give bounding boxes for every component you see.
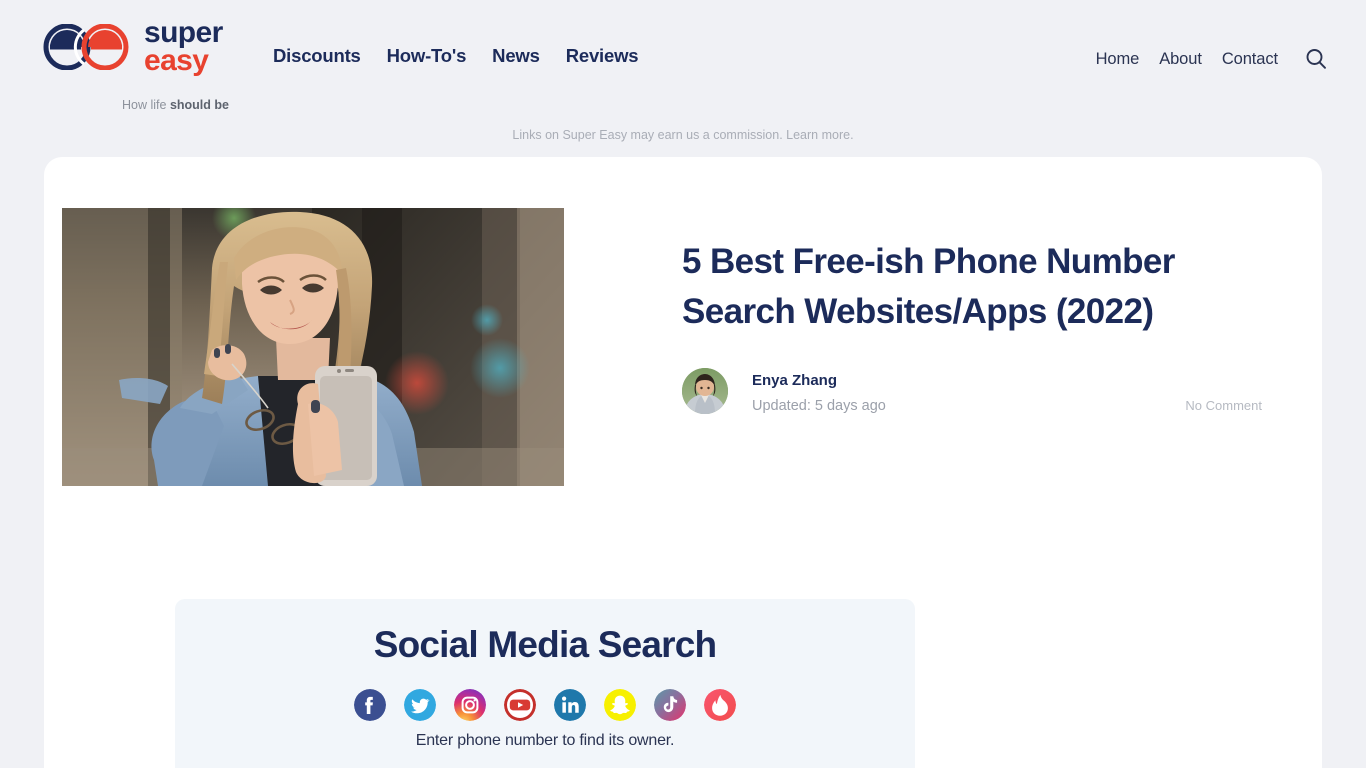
facebook-icon[interactable] xyxy=(354,689,386,721)
article-byline: Enya Zhang Updated: 5 days ago No Commen… xyxy=(682,368,1272,418)
nav-item-home[interactable]: Home xyxy=(1096,50,1140,69)
author-name[interactable]: Enya Zhang xyxy=(752,372,837,389)
instagram-icon[interactable] xyxy=(454,689,486,721)
affiliate-disclaimer[interactable]: Links on Super Easy may earn us a commis… xyxy=(0,128,1366,142)
avatar[interactable] xyxy=(682,368,728,414)
site-header: super easy How life should be Discounts … xyxy=(0,0,1366,112)
nav-item-reviews[interactable]: Reviews xyxy=(566,45,639,67)
nav-item-discounts[interactable]: Discounts xyxy=(273,45,361,67)
social-icon-row xyxy=(175,689,915,721)
social-media-search-box: Social Media Search Enter phone number t… xyxy=(175,599,915,768)
hero-image-graphic xyxy=(62,208,564,486)
social-search-subtitle: Enter phone number to find its owner. xyxy=(415,732,675,749)
logo-mark-icon xyxy=(43,24,129,70)
twitter-icon[interactable] xyxy=(404,689,436,721)
avatar-image xyxy=(682,368,728,414)
logo-tagline-bold: should be xyxy=(169,98,229,112)
snapchat-icon[interactable] xyxy=(604,689,636,721)
tiktok-icon[interactable] xyxy=(654,689,686,721)
logo-line-easy: easy xyxy=(144,44,209,77)
primary-nav: Discounts How-To's News Reviews xyxy=(273,45,639,67)
social-search-title: Social Media Search xyxy=(373,624,717,665)
nav-item-about[interactable]: About xyxy=(1159,50,1202,69)
updated-timestamp: Updated: 5 days ago xyxy=(752,398,886,414)
page-root: super easy How life should be Discounts … xyxy=(0,0,1366,768)
secondary-nav: Home About Contact xyxy=(1096,47,1328,71)
linkedin-icon[interactable] xyxy=(554,689,586,721)
logo-line-super: super xyxy=(144,16,223,49)
article-card: 5 Best Free-ish Phone Number Search Webs… xyxy=(44,157,1322,768)
hero-image xyxy=(62,208,564,486)
logo-tagline-normal: How life xyxy=(122,98,170,112)
logo-wordmark: super easy xyxy=(144,16,223,77)
nav-item-how-tos[interactable]: How-To's xyxy=(387,45,467,67)
tinder-icon[interactable] xyxy=(704,689,736,721)
nav-item-news[interactable]: News xyxy=(492,45,540,67)
comment-count[interactable]: No Comment xyxy=(1185,398,1262,413)
logo-tagline: How life should be xyxy=(122,98,229,112)
site-logo[interactable]: super easy How life should be xyxy=(40,16,270,112)
article-header: 5 Best Free-ish Phone Number Search Webs… xyxy=(682,237,1272,337)
youtube-icon[interactable] xyxy=(504,689,536,721)
page-title: 5 Best Free-ish Phone Number Search Webs… xyxy=(682,242,1175,331)
nav-item-contact[interactable]: Contact xyxy=(1222,50,1278,69)
search-icon[interactable] xyxy=(1304,47,1328,71)
